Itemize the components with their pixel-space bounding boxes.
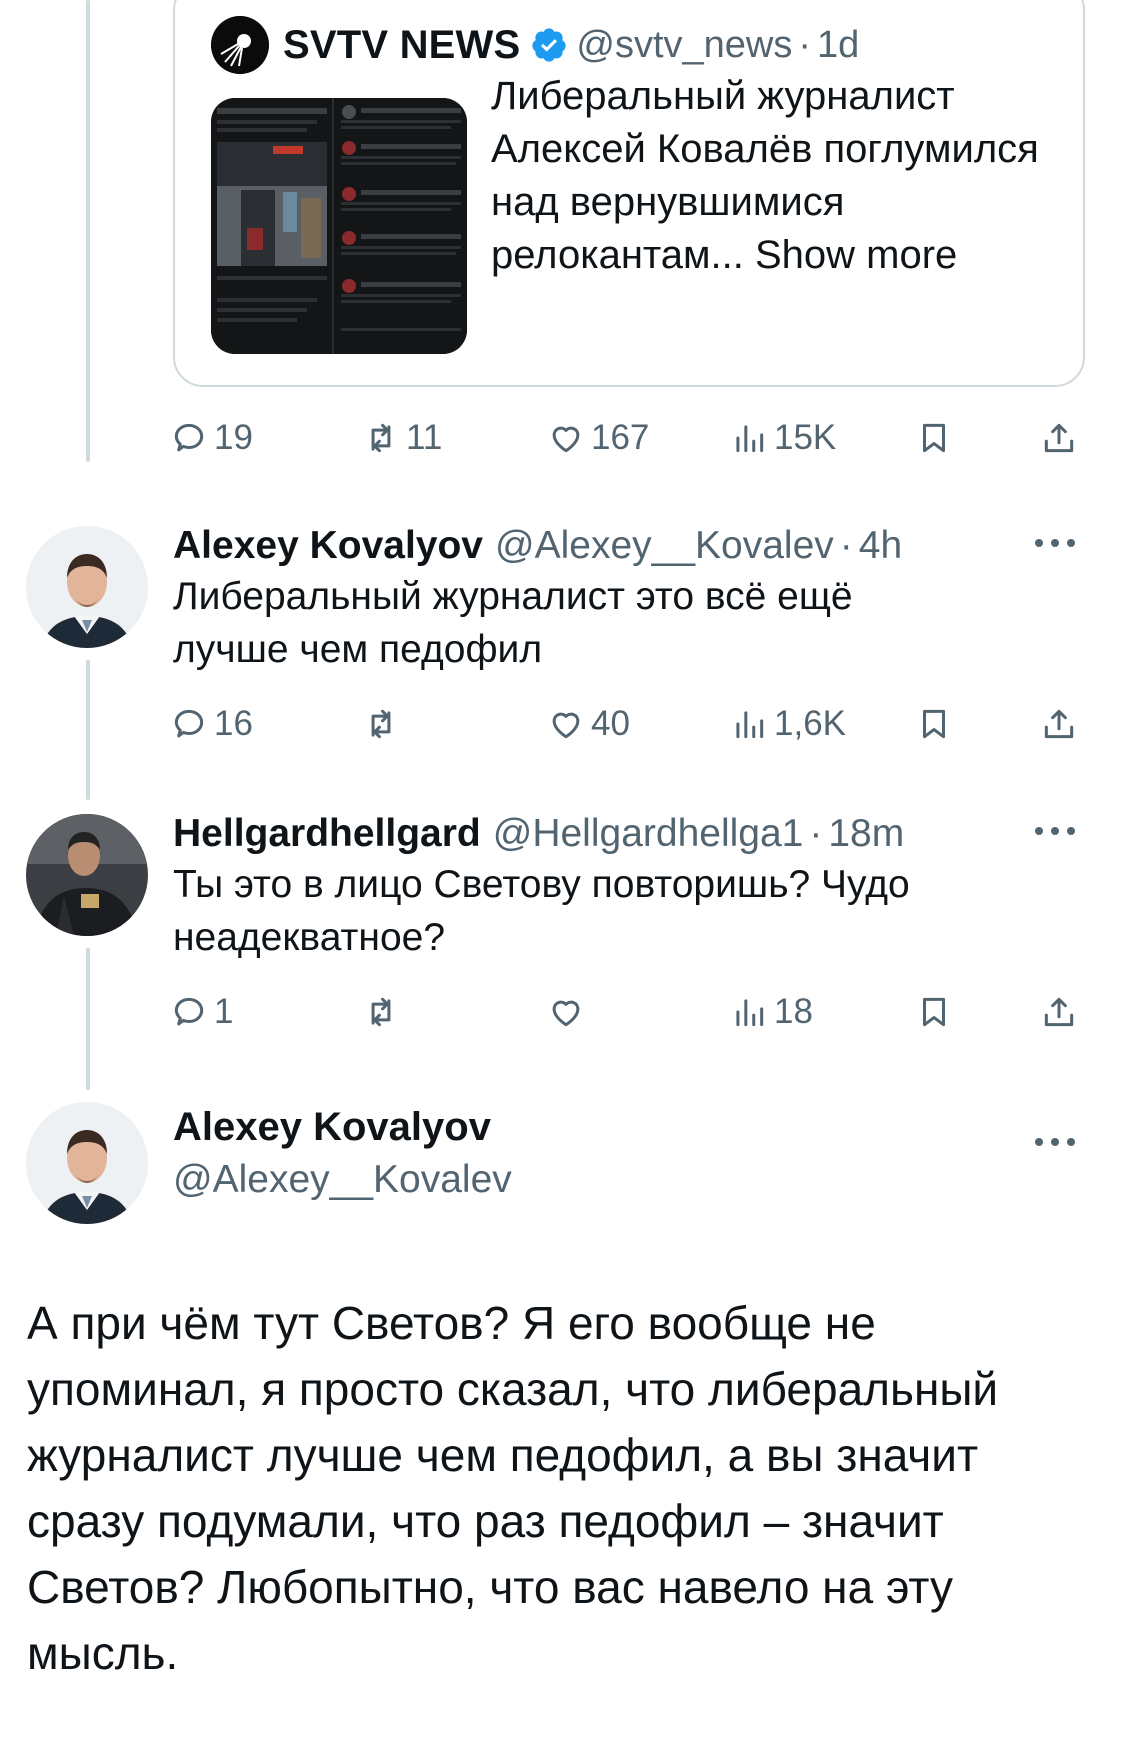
reply-header: Hellgardhellgard @Hellgardhellga1 · 18m bbox=[173, 812, 904, 856]
avatar[interactable] bbox=[26, 814, 148, 936]
avatar[interactable] bbox=[26, 526, 148, 648]
main-author-name[interactable]: Alexey Kovalyov bbox=[173, 1105, 491, 1150]
tweet-actions: 1 18 bbox=[170, 982, 1090, 1042]
reply-button[interactable]: 16 bbox=[170, 694, 253, 754]
reply-icon bbox=[174, 709, 204, 738]
share-button[interactable] bbox=[1040, 408, 1078, 468]
verified-badge-icon bbox=[532, 28, 567, 62]
tweet-text: Либеральный журналист это всё ещё лучше … bbox=[173, 575, 853, 671]
separator-dot: · bbox=[798, 23, 812, 66]
author-name[interactable]: Hellgardhellgard bbox=[173, 812, 481, 856]
more-options-button[interactable] bbox=[1030, 533, 1080, 553]
separator-dot: · bbox=[809, 812, 823, 855]
share-icon bbox=[1044, 709, 1074, 739]
views-chart-icon bbox=[736, 999, 764, 1027]
like-button[interactable]: 167 bbox=[547, 408, 649, 468]
like-count: 40 bbox=[591, 704, 630, 743]
retweet-button[interactable] bbox=[362, 982, 400, 1042]
share-button[interactable] bbox=[1040, 694, 1078, 754]
views-chart-icon bbox=[736, 711, 764, 739]
reply-button[interactable]: 19 bbox=[170, 408, 253, 468]
quoted-author-name[interactable]: SVTV NEWS bbox=[283, 23, 520, 68]
show-more-link[interactable]: Show more bbox=[755, 233, 957, 277]
share-icon bbox=[1044, 997, 1074, 1027]
thread-line bbox=[86, 0, 90, 462]
separator-dot: · bbox=[839, 524, 853, 567]
main-author-handle[interactable]: @Alexey__Kovalev bbox=[173, 1158, 512, 1202]
author-handle[interactable]: @Alexey__Kovalev bbox=[495, 524, 834, 568]
heart-icon bbox=[552, 712, 580, 739]
quoted-author-handle[interactable]: @svtv_news bbox=[576, 24, 792, 67]
quoted-tweet-thumbnail[interactable] bbox=[211, 98, 467, 354]
views-count: 15K bbox=[774, 418, 837, 457]
reply-count: 16 bbox=[214, 704, 253, 743]
user-photo-avatar bbox=[26, 1102, 148, 1224]
retweet-button[interactable]: 11 bbox=[362, 408, 442, 468]
screenshot-thumbnail-image bbox=[211, 98, 467, 354]
tweet-time[interactable]: 18m bbox=[828, 812, 904, 856]
reply-icon bbox=[174, 423, 204, 452]
retweet-icon bbox=[371, 709, 391, 739]
avatar[interactable] bbox=[26, 1102, 148, 1224]
thread-line bbox=[86, 660, 90, 800]
views-button[interactable]: 15K bbox=[730, 408, 836, 468]
tweet-time[interactable]: 4h bbox=[859, 524, 902, 568]
more-dots-icon bbox=[1035, 827, 1075, 835]
heart-icon bbox=[552, 426, 580, 453]
tweet-actions: 19 11 167 15K bbox=[170, 408, 1090, 468]
bookmark-icon bbox=[922, 997, 946, 1027]
like-button[interactable] bbox=[547, 982, 585, 1042]
more-dots-icon bbox=[1035, 539, 1075, 547]
author-handle[interactable]: @Hellgardhellga1 bbox=[493, 812, 804, 856]
tweet-text: Ты это в лицо Светову повторишь? Чудо не… bbox=[173, 863, 910, 959]
more-options-button[interactable] bbox=[1030, 1132, 1080, 1152]
quoted-tweet-header: SVTV NEWS @svtv_news · 1d bbox=[211, 16, 859, 74]
views-count: 1,6K bbox=[774, 704, 846, 743]
bookmark-button[interactable] bbox=[915, 408, 953, 468]
more-options-button[interactable] bbox=[1030, 821, 1080, 841]
thread-line bbox=[86, 948, 90, 1090]
main-tweet-text: А при чём тут Светов? Я его вообще не уп… bbox=[27, 1297, 999, 1679]
bookmark-icon bbox=[922, 709, 946, 739]
reply-header: Alexey Kovalyov @Alexey__Kovalev · 4h bbox=[173, 524, 902, 568]
bookmark-icon bbox=[922, 423, 946, 453]
retweet-icon bbox=[371, 997, 391, 1027]
share-icon bbox=[1044, 423, 1074, 453]
quoted-tweet-text[interactable]: Либеральный журналист Алексей Ковалёв по… bbox=[491, 70, 1051, 282]
tweet-actions: 16 40 1,6K bbox=[170, 694, 1090, 754]
views-count: 18 bbox=[774, 992, 813, 1031]
retweet-count: 11 bbox=[406, 418, 443, 457]
retweet-button[interactable] bbox=[362, 694, 400, 754]
quoted-tweet-card[interactable]: SVTV NEWS @svtv_news · 1d Либеральный жу… bbox=[173, 0, 1085, 387]
bookmark-button[interactable] bbox=[915, 982, 953, 1042]
quoted-tweet-time[interactable]: 1d bbox=[817, 24, 859, 67]
satellite-icon bbox=[211, 16, 269, 74]
reply-count: 1 bbox=[214, 992, 234, 1031]
like-button[interactable]: 40 bbox=[547, 694, 630, 754]
heart-icon bbox=[552, 1000, 580, 1027]
views-button[interactable]: 1,6K bbox=[730, 694, 846, 754]
more-dots-icon bbox=[1035, 1138, 1075, 1146]
svtv-logo-avatar[interactable] bbox=[211, 16, 269, 74]
author-name[interactable]: Alexey Kovalyov bbox=[173, 524, 483, 568]
reply-button[interactable]: 1 bbox=[170, 982, 233, 1042]
reply-count: 19 bbox=[214, 418, 253, 457]
reply-icon bbox=[174, 997, 204, 1026]
bookmark-button[interactable] bbox=[915, 694, 953, 754]
like-count: 167 bbox=[591, 418, 650, 457]
user-photo-avatar bbox=[26, 814, 148, 936]
views-chart-icon bbox=[736, 425, 764, 453]
user-photo-avatar bbox=[26, 526, 148, 648]
retweet-icon bbox=[371, 423, 391, 453]
share-button[interactable] bbox=[1040, 982, 1078, 1042]
views-button[interactable]: 18 bbox=[730, 982, 813, 1042]
